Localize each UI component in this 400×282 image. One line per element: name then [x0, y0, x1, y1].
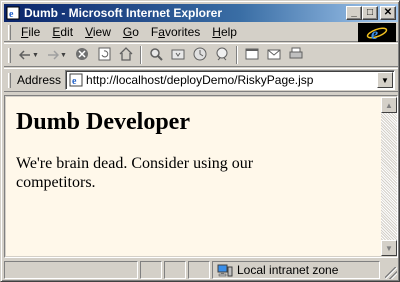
- intranet-zone-icon: [217, 263, 233, 277]
- close-button[interactable]: ✕: [380, 6, 396, 20]
- history-button[interactable]: [189, 45, 211, 65]
- menu-bar: File Edit View Go Favorites Help e: [4, 23, 398, 42]
- fullscreen-button[interactable]: [241, 45, 263, 65]
- scroll-down-icon[interactable]: ▼: [381, 240, 397, 256]
- toolbar-separator: [236, 46, 238, 64]
- fullscreen-icon: [245, 48, 259, 63]
- print-button[interactable]: [285, 45, 307, 65]
- menu-help[interactable]: Help: [206, 25, 243, 39]
- search-button[interactable]: [145, 45, 167, 65]
- page-body-text: We're brain dead. Consider using our com…: [16, 155, 254, 191]
- ie-page-icon: e: [5, 5, 21, 21]
- search-icon: [149, 47, 163, 64]
- toolbar-grip[interactable]: [8, 47, 11, 63]
- status-pane: [140, 261, 162, 279]
- channels-button[interactable]: [211, 45, 233, 65]
- zone-label: Local intranet zone: [237, 263, 339, 277]
- address-dropdown-icon[interactable]: ▼: [377, 72, 393, 88]
- back-button[interactable]: ▼: [15, 45, 43, 65]
- scroll-up-icon[interactable]: ▲: [381, 97, 397, 113]
- status-text-pane: [4, 261, 138, 279]
- address-input[interactable]: e http://localhost/deployDemo/RiskyPage.…: [65, 70, 395, 90]
- svg-text:e: e: [72, 76, 77, 87]
- window-title: Dumb - Microsoft Internet Explorer: [24, 6, 223, 20]
- page-icon: e: [68, 72, 84, 88]
- vertical-scrollbar[interactable]: ▲ ▼: [381, 97, 397, 256]
- status-bar: Local intranet zone: [4, 260, 398, 280]
- forward-icon: [47, 48, 60, 63]
- forward-dropdown-icon: ▼: [60, 51, 67, 59]
- address-url[interactable]: http://localhost/deployDemo/RiskyPage.js…: [86, 73, 377, 87]
- address-label: Address: [17, 73, 62, 87]
- favorites-icon: [171, 48, 185, 63]
- address-bar: Address e http://localhost/deployDemo/Ri…: [4, 68, 398, 92]
- resize-grip-icon[interactable]: [385, 267, 397, 279]
- menu-grip[interactable]: [8, 24, 11, 40]
- menu-view[interactable]: View: [79, 25, 117, 39]
- menu-file[interactable]: File: [15, 25, 46, 39]
- svg-text:e: e: [371, 26, 378, 42]
- home-icon: [119, 46, 133, 64]
- maximize-button[interactable]: □: [362, 6, 378, 20]
- status-pane: [188, 261, 210, 279]
- forward-button[interactable]: ▼: [43, 45, 71, 65]
- stop-button[interactable]: [71, 45, 93, 65]
- menu-edit[interactable]: Edit: [46, 25, 79, 39]
- back-dropdown-icon: ▼: [32, 51, 39, 59]
- favorites-button[interactable]: [167, 45, 189, 65]
- minimize-button[interactable]: _: [346, 6, 362, 20]
- svg-text:e: e: [9, 9, 14, 20]
- refresh-button[interactable]: [93, 45, 115, 65]
- mail-button[interactable]: [263, 45, 285, 65]
- status-pane: [164, 261, 186, 279]
- stop-icon: [75, 47, 89, 64]
- home-button[interactable]: [115, 45, 137, 65]
- menu-favorites[interactable]: Favorites: [145, 25, 206, 39]
- mail-icon: [267, 48, 281, 63]
- page-content: Dumb Developer We're brain dead. Conside…: [6, 97, 381, 256]
- address-grip[interactable]: [8, 72, 11, 88]
- print-icon: [289, 47, 303, 63]
- ie-logo-icon: e: [358, 23, 396, 42]
- content-frame: Dumb Developer We're brain dead. Conside…: [4, 95, 398, 258]
- back-icon: [18, 48, 31, 63]
- toolbar-separator: [140, 46, 142, 64]
- browser-window: e Dumb - Microsoft Internet Explorer _ □…: [0, 0, 400, 282]
- title-bar[interactable]: e Dumb - Microsoft Internet Explorer _ □…: [4, 4, 398, 22]
- security-zone-pane[interactable]: Local intranet zone: [212, 261, 380, 279]
- refresh-icon: [98, 47, 111, 64]
- menu-go[interactable]: Go: [117, 25, 145, 39]
- standard-toolbar: ▼ ▼: [4, 43, 398, 67]
- channels-icon: [215, 47, 229, 64]
- page-heading: Dumb Developer: [16, 109, 190, 135]
- history-icon: [193, 47, 207, 64]
